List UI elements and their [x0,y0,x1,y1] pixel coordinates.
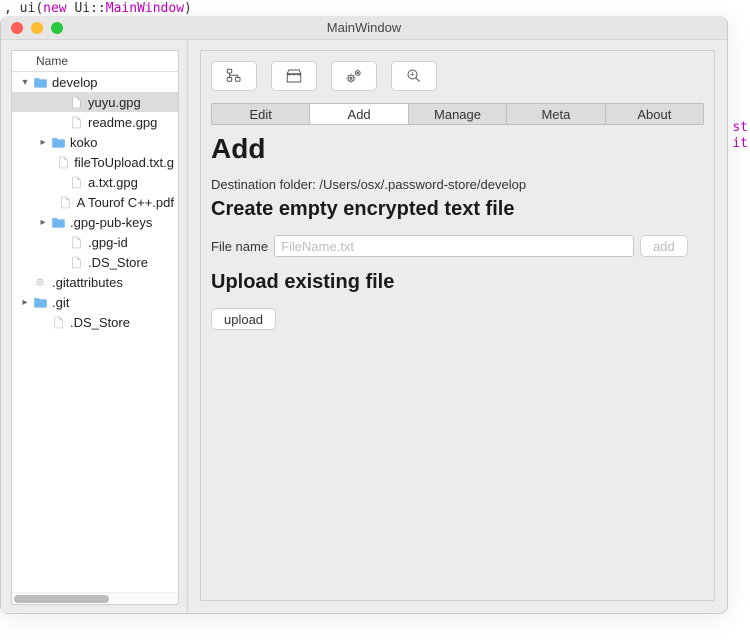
code-background: , ui(new Ui::MainWindow) [0,0,750,16]
folder-icon [32,295,48,309]
tree-item-label: .DS_Store [88,255,148,270]
tree-item-label: .gitattributes [52,275,123,290]
page-title: Add [211,133,704,165]
tree-row[interactable]: .gitattributes [12,272,178,292]
sidebar: Name ▾ develop yuyu.gpg readme.gpg ▸ koko file… [1,40,187,613]
minimize-window-button[interactable] [31,22,43,34]
tab-about[interactable]: About [606,104,703,124]
filename-label: File name [211,239,268,254]
tree-item-label: yuyu.gpg [88,95,141,110]
tree-item-label: readme.gpg [88,115,157,130]
tab-meta[interactable]: Meta [507,104,605,124]
filename-row: File name add [211,235,704,257]
store-icon [284,67,304,85]
section-upload-heading: Upload existing file [211,271,704,294]
section-create-heading: Create empty encrypted text file [211,198,704,221]
tree-item-label: .gpg-pub-keys [70,215,152,230]
tree-item-label: .DS_Store [70,315,130,330]
tree-row[interactable]: ▾ develop [12,72,178,92]
chevron-right-icon[interactable]: ▸ [18,297,32,308]
tree-row[interactable]: .DS_Store [12,252,178,272]
chevron-right-icon[interactable]: ▸ [36,137,50,148]
folder-icon [32,75,48,89]
zoom-icon [404,67,424,85]
window-title: MainWindow [1,20,727,35]
destination-line: Destination folder: /Users/osx/.password… [211,177,704,192]
toolbar [211,61,704,91]
chevron-right-icon[interactable]: ▸ [36,217,50,228]
file-icon [68,255,84,269]
horizontal-scrollbar[interactable] [12,592,178,604]
tree-item-label: develop [52,75,98,90]
tab-add[interactable]: Add [310,104,408,124]
tree-row[interactable]: A Tourof C++.pdf [12,192,178,212]
tree-row[interactable]: yuyu.gpg [12,92,178,112]
titlebar[interactable]: MainWindow [1,16,727,40]
toolbar-settings-button[interactable] [331,61,377,91]
filename-input[interactable] [274,235,634,257]
destination-label: Destination folder: [211,177,319,192]
tree-row[interactable]: .gpg-id [12,232,178,252]
code-edge: st it [732,120,748,152]
scrollbar-thumb[interactable] [14,595,109,603]
upload-button[interactable]: upload [211,308,276,330]
tree-row[interactable]: a.txt.gpg [12,172,178,192]
file-icon [57,155,70,169]
tree-column-header[interactable]: Name [12,51,178,72]
gears-icon [344,67,364,85]
tab-edit[interactable]: Edit [212,104,310,124]
folder-icon [50,215,66,229]
tree-icon [224,67,244,85]
tree-item-label: koko [70,135,97,150]
file-icon [68,175,84,189]
window-controls [11,22,63,34]
zoom-window-button[interactable] [51,22,63,34]
tree-row[interactable]: readme.gpg [12,112,178,132]
tree-body[interactable]: ▾ develop yuyu.gpg readme.gpg ▸ koko fileToUpl… [12,72,178,592]
main-panel: EditAddManageMetaAbout Add Destination f… [187,40,727,613]
gear-icon [32,275,48,289]
tree-row[interactable]: ▸ koko [12,132,178,152]
tab-manage[interactable]: Manage [409,104,507,124]
tree-item-label: .gpg-id [88,235,128,250]
upload-row: upload [211,308,704,330]
tree-row[interactable]: ▸ .git [12,292,178,312]
tree-row[interactable]: fileToUpload.txt.g [12,152,178,172]
toolbar-tree-button[interactable] [211,61,257,91]
file-icon [59,195,72,209]
file-tree: Name ▾ develop yuyu.gpg readme.gpg ▸ koko file… [11,50,179,605]
folder-icon [50,135,66,149]
file-icon [68,95,84,109]
file-icon [68,235,84,249]
toolbar-search-button[interactable] [391,61,437,91]
tree-item-label: A Tourof C++.pdf [77,195,174,210]
tree-row[interactable]: ▸ .gpg-pub-keys [12,212,178,232]
tree-row[interactable]: .DS_Store [12,312,178,332]
close-window-button[interactable] [11,22,23,34]
chevron-down-icon[interactable]: ▾ [18,77,32,88]
tree-item-label: .git [52,295,69,310]
toolbar-store-button[interactable] [271,61,317,91]
tree-item-label: fileToUpload.txt.g [74,155,174,170]
main-window: MainWindow Name ▾ develop yuyu.gpg readme.g… [0,16,728,614]
add-button[interactable]: add [640,235,688,257]
destination-path: /Users/osx/.password-store/develop [319,177,526,192]
tree-item-label: a.txt.gpg [88,175,138,190]
tab-bar: EditAddManageMetaAbout [211,103,704,125]
file-icon [68,115,84,129]
file-icon [50,315,66,329]
